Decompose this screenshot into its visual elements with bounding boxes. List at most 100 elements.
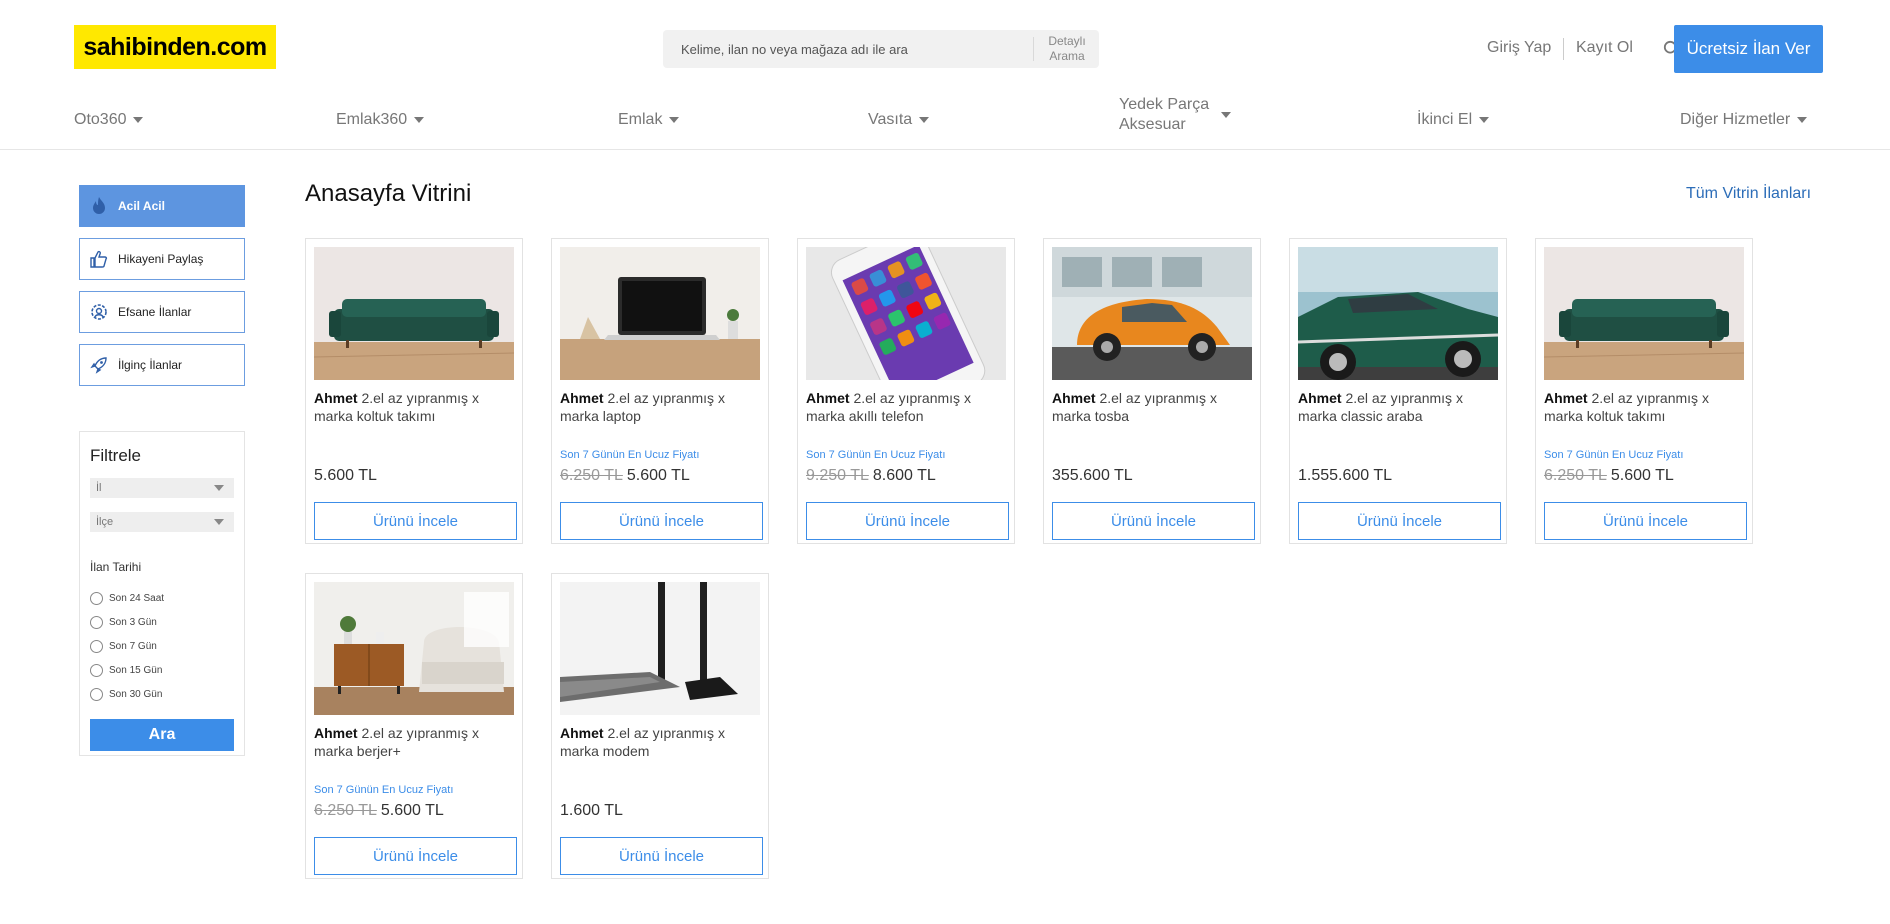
sidebar-item-label: Acil Acil [118,199,165,213]
sidebar-item-efsane-ilanlar[interactable]: Efsane İlanlar [79,291,245,333]
date-option-15d[interactable]: Son 15 Gün [90,664,162,677]
nav-item-ikinci-el[interactable]: İkinci El [1417,105,1490,135]
ilce-select[interactable]: İlçe [90,512,234,532]
nav-item-emlak360[interactable]: Emlak360 [336,105,425,135]
seller-name: Ahmet [314,725,358,741]
il-select[interactable]: İl [90,478,234,498]
product-card[interactable]: Ahmet 2.el az yıpranmış x marka tosba 355… [1043,238,1261,544]
nav-item-yedek-parca[interactable]: Yedek Parça Aksesuar [1119,96,1234,133]
nav-label: Emlak [618,111,663,128]
product-card[interactable]: Ahmet 2.el az yıpranmış x marka berjer+ S… [305,573,523,879]
inspect-product-button[interactable]: Ürünü İncele [1052,502,1255,540]
old-price: 6.250 TL [1544,467,1607,484]
header: sahibinden.com Detaylı Arama Giriş Yap K… [0,0,1890,150]
date-option-3d[interactable]: Son 3 Gün [90,616,157,629]
seller-name: Ahmet [1544,390,1588,406]
product-price: 6.250 TL 5.600 TL [560,467,690,485]
nav-label: Oto360 [74,111,127,128]
current-price: 5.600 TL [626,467,690,484]
product-card[interactable]: Ahmet 2.el az yıpranmış x marka koltuk t… [1535,238,1753,544]
chevron-down-icon [214,519,224,525]
product-price: 1.600 TL [560,802,623,820]
caret-down-icon [669,117,680,123]
seller-name: Ahmet [1298,390,1342,406]
cheapest-price-note: Son 7 Günün En Ucuz Fiyatı [560,449,700,461]
badge-icon [80,302,118,322]
product-title[interactable]: Ahmet 2.el az yıpranmış x marka koltuk t… [314,389,514,425]
product-title[interactable]: Ahmet 2.el az yıpranmış x marka koltuk t… [1544,389,1744,425]
search-divider [1033,37,1034,61]
date-option-30d[interactable]: Son 30 Gün [90,688,162,701]
product-card[interactable]: Ahmet 2.el az yıpranmış x marka koltuk t… [305,238,523,544]
product-price: 6.250 TL 5.600 TL [314,802,444,820]
product-title[interactable]: Ahmet 2.el az yıpranmış x marka classic … [1298,389,1498,425]
nav-label: Emlak360 [336,111,408,128]
product-card[interactable]: Ahmet 2.el az yıpranmış x marka classic … [1289,238,1507,544]
detailed-search-link[interactable]: Detaylı Arama [1039,34,1095,64]
product-card[interactable]: Ahmet 2.el az yıpranmış x marka laptop So… [551,238,769,544]
product-price: 6.250 TL 5.600 TL [1544,467,1674,485]
chevron-down-icon [214,485,224,491]
product-title[interactable]: Ahmet 2.el az yıpranmış x marka tosba [1052,389,1252,425]
logo-text: sahibinden.com [83,32,267,61]
sidebar-item-hikayeni-paylas[interactable]: Hikayeni Paylaş [79,238,245,280]
rocket-icon [80,355,118,375]
inspect-product-button[interactable]: Ürünü İncele [560,837,763,875]
inspect-product-button[interactable]: Ürünü İncele [560,502,763,540]
product-card[interactable]: Ahmet 2.el az yıpranmış x marka modem 1.6… [551,573,769,879]
all-showcase-link[interactable]: Tüm Vitrin İlanları [1686,185,1811,203]
sidebar-item-acil-acil[interactable]: Acil Acil [79,185,245,227]
date-option-7d[interactable]: Son 7 Gün [90,640,157,653]
post-ad-button[interactable]: Ücretsiz İlan Ver [1674,25,1823,73]
old-price: 9.250 TL [806,467,869,484]
inspect-product-button[interactable]: Ürünü İncele [806,502,1009,540]
old-price: 6.250 TL [560,467,623,484]
date-option-24h[interactable]: Son 24 Saat [90,592,164,605]
nav-item-oto360[interactable]: Oto360 [74,105,144,135]
login-link[interactable]: Giriş Yap [1487,39,1551,57]
current-price: 1.600 TL [560,802,623,819]
radio-label: Son 3 Gün [109,617,157,628]
inspect-product-button[interactable]: Ürünü İncele [314,502,517,540]
sidebar-item-label: İlginç İlanlar [118,358,183,372]
search-input[interactable] [663,30,993,68]
product-image[interactable] [560,582,760,715]
product-image[interactable] [560,247,760,380]
current-price: 8.600 TL [872,467,936,484]
radio-icon [90,592,103,605]
product-title[interactable]: Ahmet 2.el az yıpranmış x marka modem [560,724,760,760]
ilce-select-value: İlçe [96,516,114,528]
product-image[interactable] [1544,247,1744,380]
current-price: 5.600 TL [314,467,377,484]
search-button[interactable]: Ara [90,719,234,751]
nav-label: Yedek Parça Aksesuar [1119,96,1210,133]
product-image[interactable] [1298,247,1498,380]
product-image[interactable] [806,247,1006,380]
cheapest-price-note: Son 7 Günün En Ucuz Fiyatı [314,784,454,796]
register-link[interactable]: Kayıt Ol [1576,39,1633,57]
nav-item-vasita[interactable]: Vasıta [868,105,930,135]
current-price: 5.600 TL [1610,467,1674,484]
inspect-product-button[interactable]: Ürünü İncele [1544,502,1747,540]
inspect-product-button[interactable]: Ürünü İncele [314,837,517,875]
caret-down-icon [1479,117,1490,123]
sidebar-item-ilginc-ilanlar[interactable]: İlginç İlanlar [79,344,245,386]
nav-item-diger-hizmetler[interactable]: Diğer Hizmetler [1680,105,1808,135]
nav-item-emlak[interactable]: Emlak [618,105,680,135]
product-image[interactable] [1052,247,1252,380]
product-title[interactable]: Ahmet 2.el az yıpranmış x marka laptop [560,389,760,425]
product-image[interactable] [314,247,514,380]
product-image[interactable] [314,582,514,715]
product-card[interactable]: Ahmet 2.el az yıpranmış x marka akıllı t… [797,238,1015,544]
product-title[interactable]: Ahmet 2.el az yıpranmış x marka berjer+ [314,724,514,760]
nav-label: Vasıta [868,111,913,128]
product-price: 1.555.600 TL [1298,467,1392,485]
logo[interactable]: sahibinden.com [74,25,276,69]
radio-icon [90,640,103,653]
filter-title: Filtrele [90,446,142,465]
product-price: 5.600 TL [314,467,377,485]
seller-name: Ahmet [560,725,604,741]
caret-down-icon [133,117,144,123]
inspect-product-button[interactable]: Ürünü İncele [1298,502,1501,540]
product-title[interactable]: Ahmet 2.el az yıpranmış x marka akıllı t… [806,389,1006,425]
